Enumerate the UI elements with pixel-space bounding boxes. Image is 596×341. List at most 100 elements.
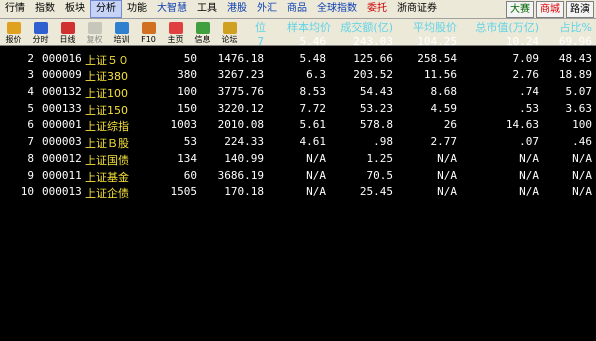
forum-icon [222, 22, 237, 34]
cell-price: 1476.18 [217, 51, 264, 65]
cell-idx: 3 [27, 68, 34, 82]
table-row[interactable]: 7 000003 上证Ｂ股 53 224.33 4.61 .98 2.77 .07 .46 [0, 134, 596, 151]
menu-right-buttons: 大赛 商城 路演 [506, 1, 594, 18]
table-row[interactable]: 9 000011 上证基金 60 3686.19 N/A 70.5 N/A N/A N/A [0, 168, 596, 185]
cell-idx: 2 [27, 51, 34, 65]
timeshare-icon [33, 22, 48, 34]
cell-avg: 5.48 [299, 51, 327, 65]
menu-item-10[interactable]: 全球指数 [312, 0, 362, 18]
cell-avgp: N/A [437, 185, 457, 199]
price-icon [6, 22, 21, 34]
cell-cnt: 134 [177, 151, 197, 165]
cell-cnt: 150 [177, 101, 197, 115]
cell-cap: N/A [519, 168, 539, 182]
column-header-2[interactable]: 成交额(亿) [340, 19, 393, 34]
menu-item-7[interactable]: 港股 [222, 0, 252, 18]
home-icon [168, 22, 183, 34]
table-row[interactable]: 5 000133 上证150 150 3220.12 7.72 53.23 4.59 .53 3.… [0, 101, 596, 118]
menu-right-button-0[interactable]: 大赛 [506, 1, 534, 18]
cell-cnt: 53 [183, 135, 197, 149]
column-header-5[interactable]: 占比% [560, 19, 592, 34]
cell-price: 2010.08 [217, 118, 264, 132]
cell-pe: 18.89 [558, 68, 592, 82]
cell-name: 上证基金 [85, 170, 129, 184]
table-row[interactable]: 2 000016 上证５０ 50 1476.18 5.48 125.66 258.54 7.09… [0, 51, 596, 68]
cell-code: 000011 [42, 168, 82, 182]
menu-item-8[interactable]: 外汇 [252, 0, 282, 18]
table-row[interactable]: 10 000013 上证企债 1505 170.18 N/A 25.45 N/A N/A N/A [0, 184, 596, 201]
cell-avgp: 104.25 [417, 35, 457, 48]
menu-item-5[interactable]: 大智慧 [152, 0, 192, 18]
table-row[interactable]: 3 000009 上证380 380 3267.23 6.3 203.52 11.56 2.76… [0, 67, 596, 84]
cell-price: 3220.12 [217, 101, 264, 115]
cell-idx: 7 [27, 135, 34, 149]
cell-idx: 4 [27, 85, 34, 99]
cell-idx: 10 [20, 185, 34, 199]
menu-item-11[interactable]: 委托 [362, 0, 392, 18]
cell-avg: 5.61 [299, 118, 327, 132]
cell-idx: 8 [27, 151, 34, 165]
cell-cnt: 100 [177, 85, 197, 99]
training-icon [114, 22, 129, 34]
cell-code: 000013 [42, 185, 82, 199]
cell-pe: 3.63 [565, 101, 593, 115]
cell-vol: 243.03 [353, 35, 393, 48]
cell-cnt: 50 [183, 51, 197, 65]
cell-vol: 578.8 [359, 118, 393, 132]
cell-vol: 125.66 [353, 51, 393, 65]
cell-cnt: 1003 [170, 118, 198, 132]
cell-avg: 5.46 [299, 35, 327, 48]
cell-avgp: 8.68 [430, 85, 458, 99]
menu-item-1[interactable]: 指数 [30, 0, 60, 18]
table-row[interactable]: 7 5.46 243.03 104.25 10.24 69.96 [0, 34, 596, 51]
cell-pe: N/A [572, 168, 592, 182]
column-header-1[interactable]: 样本均价 [287, 19, 331, 34]
cell-price: 140.99 [224, 151, 264, 165]
cell-avg: 6.3 [306, 68, 326, 82]
cell-cap: 2.76 [512, 68, 540, 82]
cell-vol: 70.5 [366, 168, 394, 182]
cell-avgp: 2.77 [430, 135, 458, 149]
cell-vol: .98 [373, 135, 393, 149]
cell-avgp: N/A [437, 168, 457, 182]
menu-item-3[interactable]: 分析 [90, 0, 122, 18]
menu-right-button-2[interactable]: 路演 [566, 1, 594, 18]
menu-item-4[interactable]: 功能 [122, 0, 152, 18]
kline-icon [60, 22, 75, 34]
cell-name: 上证100 [85, 87, 128, 101]
menu-right-button-1[interactable]: 商城 [536, 1, 564, 18]
cell-code: 000003 [42, 135, 82, 149]
table-row[interactable]: 4 000132 上证100 100 3775.76 8.53 54.43 8.68 .74 5.… [0, 84, 596, 101]
cell-name: 上证Ｂ股 [85, 137, 129, 151]
column-header-4[interactable]: 总市值(万亿) [475, 19, 539, 34]
menu-item-9[interactable]: 商品 [282, 0, 312, 18]
cell-cnt: 1505 [170, 185, 198, 199]
cell-avgp: 26 [443, 118, 457, 132]
cell-vol: 1.25 [366, 151, 394, 165]
cell-code: 000001 [42, 118, 82, 132]
table-row[interactable]: 8 000012 上证国债 134 140.99 N/A 1.25 N/A N/A N/A [0, 151, 596, 168]
index-table: 7 5.46 243.03 104.25 10.24 69.96 2 000016 上证５０ 50… [0, 34, 596, 201]
cell-price: 3686.19 [217, 168, 264, 182]
cell-pe: N/A [572, 151, 592, 165]
cell-price: 224.33 [224, 135, 264, 149]
info-icon [195, 22, 210, 34]
cell-pe: N/A [572, 185, 592, 199]
column-header-3[interactable]: 平均股价 [413, 19, 457, 34]
cell-price: 3775.76 [217, 85, 264, 99]
column-header-0[interactable]: 位 [255, 19, 266, 34]
cell-code: 000133 [42, 101, 82, 115]
cell-avgp: 11.56 [423, 68, 457, 82]
cell-idx: 5 [27, 101, 34, 115]
cell-cnt: 60 [183, 168, 197, 182]
cell-pe: 100 [572, 118, 592, 132]
menu-item-12[interactable]: 浙商证券 [392, 0, 442, 18]
table-row[interactable]: 6 000001 上证综指 1003 2010.08 5.61 578.8 26 14.63 10… [0, 117, 596, 134]
cell-vol: 53.23 [359, 101, 393, 115]
cell-avg: N/A [306, 151, 326, 165]
cell-pe: 69.96 [558, 35, 592, 48]
menu-item-2[interactable]: 板块 [60, 0, 90, 18]
cell-vol: 54.43 [359, 85, 393, 99]
menu-item-0[interactable]: 行情 [0, 0, 30, 18]
menu-item-6[interactable]: 工具 [192, 0, 222, 18]
